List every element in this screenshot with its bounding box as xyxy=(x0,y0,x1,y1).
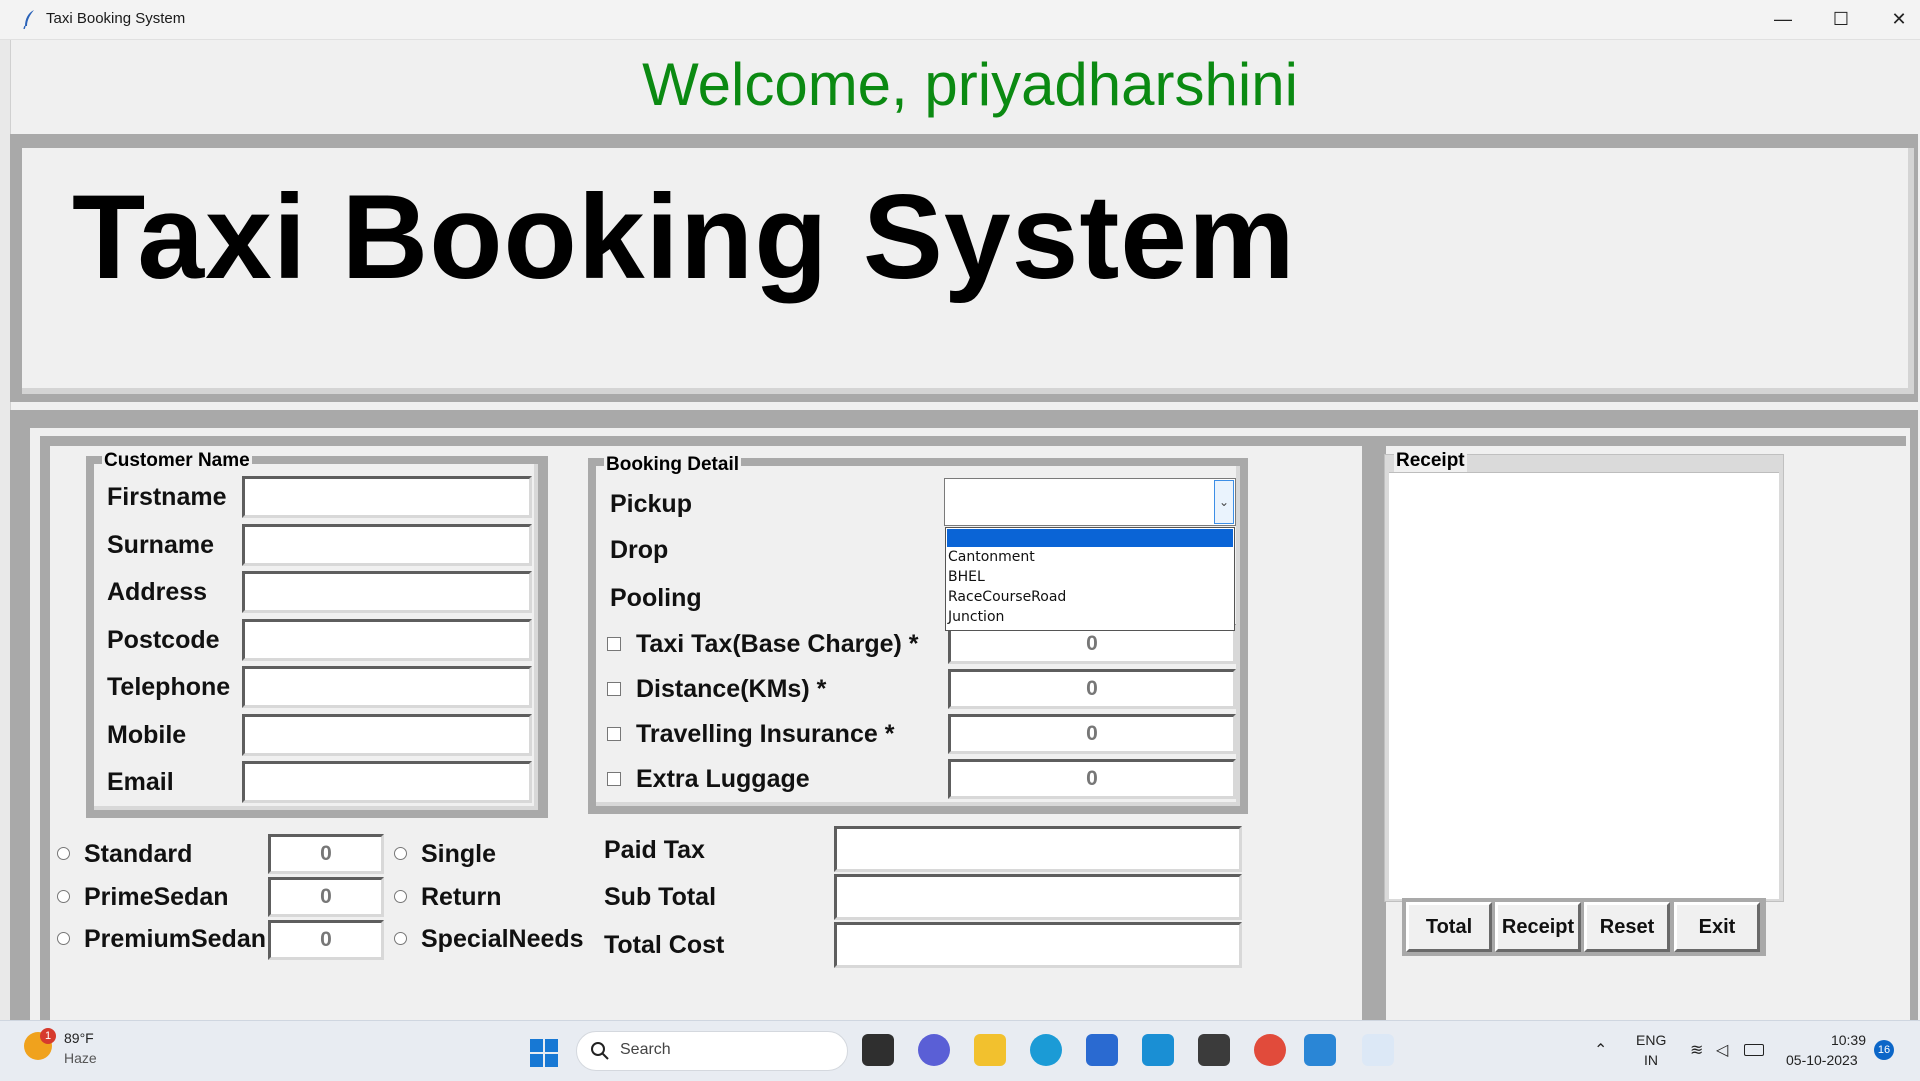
clock-time[interactable]: 10:39 xyxy=(1814,1032,1866,1048)
luggage-checkbox[interactable] xyxy=(607,772,621,786)
insurance-checkbox[interactable] xyxy=(607,727,621,741)
insurance-label: Travelling Insurance * xyxy=(636,720,895,748)
terminal-icon[interactable] xyxy=(1198,1034,1230,1066)
standard-label: Standard xyxy=(84,840,193,868)
standard-radio[interactable] xyxy=(57,847,70,860)
task-view-icon[interactable] xyxy=(862,1034,894,1066)
primesedan-label: PrimeSedan xyxy=(84,883,229,911)
receipt-legend: Receipt xyxy=(1394,450,1467,472)
distance-field[interactable]: 0 xyxy=(948,669,1236,709)
customer-legend: Customer Name xyxy=(102,450,252,472)
taskbar xyxy=(0,1020,1920,1081)
dropdown-option-blank[interactable] xyxy=(947,529,1233,547)
surname-field[interactable] xyxy=(242,524,532,566)
pickup-combobox[interactable] xyxy=(944,478,1236,526)
l-app-icon[interactable] xyxy=(1142,1034,1174,1066)
address-field[interactable] xyxy=(242,571,532,613)
weather-badge: 1 xyxy=(40,1028,56,1044)
receipt-button[interactable]: Receipt xyxy=(1495,902,1581,952)
single-label: Single xyxy=(421,840,497,868)
dropdown-option-bhel[interactable]: BHEL xyxy=(948,569,985,585)
weather-description[interactable]: Haze xyxy=(64,1050,97,1066)
insurance-field[interactable]: 0 xyxy=(948,714,1236,754)
taxi-tax-label: Taxi Tax(Base Charge) * xyxy=(636,630,919,658)
language-indicator[interactable]: ENG xyxy=(1636,1032,1666,1048)
close-button[interactable]: ✕ xyxy=(1870,0,1920,39)
chevron-up-icon[interactable]: ⌃ xyxy=(1594,1040,1607,1060)
search-icon xyxy=(591,1042,609,1060)
sub-total-field[interactable] xyxy=(834,874,1242,920)
total-cost-label: Total Cost xyxy=(604,931,725,959)
dropdown-option-cantonment[interactable]: Cantonment xyxy=(948,549,1035,565)
firstname-label: Firstname xyxy=(107,483,227,511)
distance-checkbox[interactable] xyxy=(607,682,621,696)
python-feather-icon[interactable] xyxy=(1362,1034,1394,1066)
standard-field[interactable]: 0 xyxy=(268,834,384,874)
firstname-field[interactable] xyxy=(242,476,532,518)
total-cost-field[interactable] xyxy=(834,922,1242,968)
luggage-field[interactable]: 0 xyxy=(948,759,1236,799)
chat-icon[interactable] xyxy=(918,1034,950,1066)
paid-tax-label: Paid Tax xyxy=(604,836,705,864)
luggage-label: Extra Luggage xyxy=(636,765,810,793)
minimize-button[interactable]: — xyxy=(1754,0,1812,39)
wifi-icon[interactable]: ≋ xyxy=(1690,1040,1703,1060)
store-icon[interactable] xyxy=(1086,1034,1118,1066)
pickup-label: Pickup xyxy=(610,490,692,518)
mobile-label: Mobile xyxy=(107,721,187,749)
return-radio[interactable] xyxy=(394,890,407,903)
telephone-field[interactable] xyxy=(242,666,532,708)
postcode-label: Postcode xyxy=(107,626,220,654)
premiumsedan-radio[interactable] xyxy=(57,932,70,945)
app-heading: Taxi Booking System xyxy=(72,170,1296,304)
exit-button[interactable]: Exit xyxy=(1674,902,1760,952)
drop-label: Drop xyxy=(610,536,669,564)
notification-badge[interactable]: 16 xyxy=(1874,1040,1894,1060)
return-label: Return xyxy=(421,883,502,911)
mobile-field[interactable] xyxy=(242,714,532,756)
email-label: Email xyxy=(107,768,174,796)
weather-temperature[interactable]: 89°F xyxy=(64,1030,94,1046)
window-title: Taxi Booking System xyxy=(46,10,186,27)
battery-icon[interactable] xyxy=(1744,1044,1764,1056)
distance-label: Distance(KMs) * xyxy=(636,675,827,703)
booking-detail-legend: Booking Detail xyxy=(604,454,742,476)
dropdown-option-racecourseroad[interactable]: RaceCourseRoad xyxy=(948,589,1066,605)
maximize-button[interactable]: ☐ xyxy=(1812,0,1870,39)
specialneeds-radio[interactable] xyxy=(394,932,407,945)
vscode-icon[interactable] xyxy=(1304,1034,1336,1066)
sub-total-label: Sub Total xyxy=(604,883,717,911)
email-field[interactable] xyxy=(242,761,532,803)
address-label: Address xyxy=(107,578,208,606)
window-titlebar xyxy=(0,0,1920,40)
specialneeds-label: SpecialNeeds xyxy=(421,925,584,953)
welcome-message: Welcome, priyadharshini xyxy=(642,51,1298,118)
chrome-icon[interactable] xyxy=(1254,1034,1286,1066)
paid-tax-field[interactable] xyxy=(834,826,1242,872)
total-button[interactable]: Total xyxy=(1406,902,1492,952)
single-radio[interactable] xyxy=(394,847,407,860)
dropdown-option-junction[interactable]: Junction xyxy=(948,609,1004,625)
region-indicator[interactable]: IN xyxy=(1644,1052,1658,1068)
premiumsedan-label: PremiumSedan xyxy=(84,925,267,953)
chevron-down-icon[interactable]: ⌄ xyxy=(1214,480,1234,524)
reset-button[interactable]: Reset xyxy=(1584,902,1670,952)
surname-label: Surname xyxy=(107,531,214,559)
primesedan-field[interactable]: 0 xyxy=(268,877,384,917)
primesedan-radio[interactable] xyxy=(57,890,70,903)
file-explorer-icon[interactable] xyxy=(974,1034,1006,1066)
taxi-tax-checkbox[interactable] xyxy=(607,637,621,651)
clock-date[interactable]: 05-10-2023 xyxy=(1786,1052,1858,1068)
feather-icon xyxy=(23,10,34,29)
receipt-text-area[interactable] xyxy=(1389,472,1779,899)
premiumsedan-field[interactable]: 0 xyxy=(268,920,384,960)
windows-start-icon[interactable] xyxy=(529,1038,559,1068)
postcode-field[interactable] xyxy=(242,619,532,661)
volume-icon[interactable]: ◁ xyxy=(1716,1040,1728,1060)
taskbar-search[interactable] xyxy=(576,1031,848,1071)
telephone-label: Telephone xyxy=(107,673,231,701)
search-placeholder: Search xyxy=(620,1041,671,1058)
edge-icon[interactable] xyxy=(1030,1034,1062,1066)
pooling-label: Pooling xyxy=(610,584,702,612)
